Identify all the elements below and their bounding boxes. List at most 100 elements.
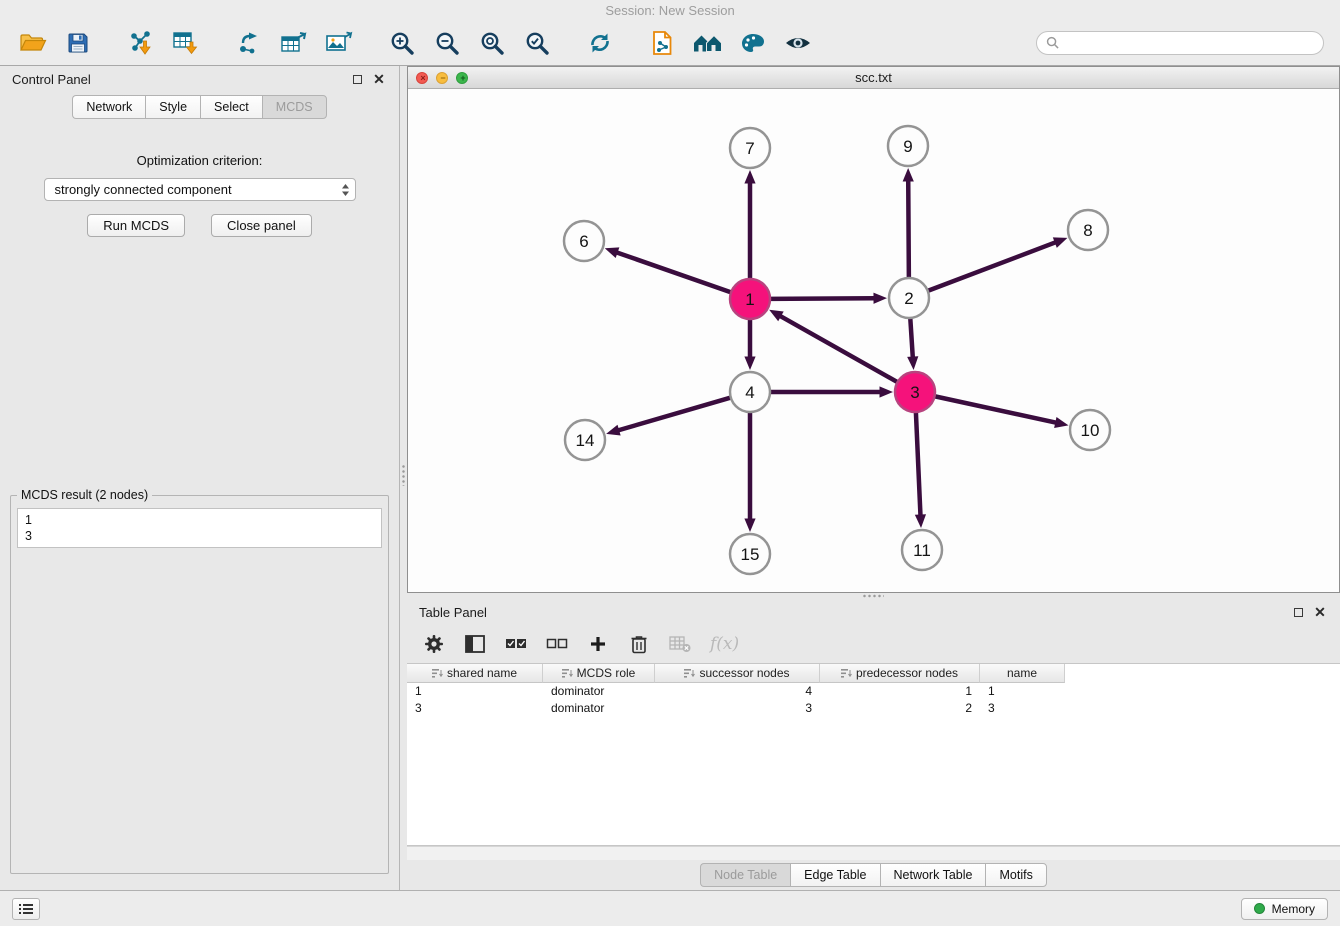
cell-name[interactable]: 1 xyxy=(980,683,1065,700)
delete-table-button[interactable] xyxy=(669,632,691,656)
mcds-result-textarea[interactable]: 1 3 xyxy=(17,508,382,548)
close-panel-button[interactable]: Close panel xyxy=(211,214,312,237)
tab-select[interactable]: Select xyxy=(200,95,262,119)
zoom-in-button[interactable] xyxy=(385,26,419,60)
table-horizontal-scrollbar[interactable] xyxy=(407,846,1340,860)
column-header-name[interactable]: name xyxy=(980,664,1065,683)
tab-node-table[interactable]: Node Table xyxy=(700,863,790,887)
graph-node-8[interactable]: 8 xyxy=(1068,210,1108,250)
graph-edge-3-10[interactable] xyxy=(935,396,1057,423)
zoom-fit-button[interactable] xyxy=(475,26,509,60)
graph-node-6[interactable]: 6 xyxy=(564,221,604,261)
memory-button[interactable]: Memory xyxy=(1241,898,1328,920)
maximize-window-button[interactable]: + xyxy=(456,72,468,84)
graph-edge-2-8[interactable] xyxy=(928,242,1057,291)
task-history-button[interactable] xyxy=(12,898,40,920)
style-paint-button[interactable] xyxy=(736,26,770,60)
cell-predecessor-nodes[interactable]: 1 xyxy=(820,683,980,700)
control-panel-close-button[interactable]: ✕ xyxy=(371,71,387,87)
create-column-button[interactable] xyxy=(587,632,609,656)
open-session-button[interactable] xyxy=(16,26,50,60)
search-input[interactable] xyxy=(1064,36,1314,50)
column-header-shared-name[interactable]: shared name xyxy=(407,664,543,683)
tab-motifs[interactable]: Motifs xyxy=(985,863,1046,887)
tab-edge-table[interactable]: Edge Table xyxy=(790,863,879,887)
vertical-splitter[interactable] xyxy=(400,66,407,890)
graph-node-10[interactable]: 10 xyxy=(1070,410,1110,450)
graph-node-9[interactable]: 9 xyxy=(888,126,928,166)
graph-edge-1-6[interactable] xyxy=(616,252,731,292)
refresh-layout-button[interactable] xyxy=(583,26,617,60)
import-table-button[interactable] xyxy=(169,26,203,60)
table-row[interactable]: 1 dominator 4 1 1 xyxy=(407,683,1340,700)
browser-home-button[interactable] xyxy=(691,26,725,60)
table-panel-float-button[interactable] xyxy=(1290,604,1306,620)
graph-node-14[interactable]: 14 xyxy=(565,420,605,460)
graph-node-4[interactable]: 4 xyxy=(730,372,770,412)
graph-node-2[interactable]: 2 xyxy=(889,278,929,318)
memory-status-icon xyxy=(1254,903,1265,914)
zoom-out-button[interactable] xyxy=(430,26,464,60)
export-image-button[interactable] xyxy=(322,26,356,60)
graph-edge-4-14[interactable] xyxy=(618,398,731,431)
graph-edge-3-11[interactable] xyxy=(916,412,921,516)
select-all-columns-button[interactable] xyxy=(505,632,527,656)
table-panel-close-button[interactable]: ✕ xyxy=(1312,604,1328,620)
delete-column-button[interactable] xyxy=(628,632,650,656)
show-columns-button[interactable] xyxy=(464,632,486,656)
tab-network[interactable]: Network xyxy=(72,95,145,119)
cell-shared-name[interactable]: 3 xyxy=(407,700,543,717)
table-row[interactable]: 3 dominator 3 2 3 xyxy=(407,700,1340,717)
save-session-button[interactable] xyxy=(61,26,95,60)
graph-edge-2-3[interactable] xyxy=(910,318,913,358)
tab-style[interactable]: Style xyxy=(145,95,200,119)
table-panel-header: Table Panel ✕ xyxy=(407,599,1340,625)
function-builder-button[interactable]: f(x) xyxy=(710,632,739,656)
fx-icon: f(x) xyxy=(710,634,739,654)
cell-successor-nodes[interactable]: 3 xyxy=(655,700,820,717)
graph-edge-1-2[interactable] xyxy=(770,298,875,299)
graph-edge-arrowhead xyxy=(744,170,755,184)
close-window-button[interactable]: × xyxy=(416,72,428,84)
optimization-criterion-select[interactable]: strongly connected component xyxy=(44,178,356,201)
table-settings-button[interactable] xyxy=(423,632,445,656)
run-mcds-button[interactable]: Run MCDS xyxy=(87,214,185,237)
zoom-selected-button[interactable] xyxy=(520,26,554,60)
cell-successor-nodes[interactable]: 4 xyxy=(655,683,820,700)
horizontal-splitter[interactable] xyxy=(407,593,1340,599)
graph-edge-3-1[interactable] xyxy=(780,316,898,382)
network-canvas[interactable]: 7 9 6 8 1 2 4 3 14 10 15 11 xyxy=(408,89,1339,592)
delete-table-icon xyxy=(669,635,691,653)
tab-network-table[interactable]: Network Table xyxy=(880,863,986,887)
sort-icon xyxy=(432,668,443,679)
graph-node-1[interactable]: 1 xyxy=(730,279,770,319)
cell-predecessor-nodes[interactable]: 2 xyxy=(820,700,980,717)
graph-edge-arrowhead xyxy=(903,168,914,182)
export-network-button[interactable] xyxy=(232,26,266,60)
graph-node-11[interactable]: 11 xyxy=(902,530,942,570)
tab-mcds[interactable]: MCDS xyxy=(262,95,327,119)
search-box[interactable] xyxy=(1036,31,1324,55)
cell-mcds-role[interactable]: dominator xyxy=(543,700,655,717)
control-panel-float-button[interactable] xyxy=(349,71,365,87)
cell-shared-name[interactable]: 1 xyxy=(407,683,543,700)
graph-node-7[interactable]: 7 xyxy=(730,128,770,168)
node-table: shared name MCDS role successor nodes xyxy=(407,663,1340,846)
import-network-button[interactable] xyxy=(124,26,158,60)
export-document-button[interactable] xyxy=(646,26,680,60)
graph-edge-2-9[interactable] xyxy=(908,180,909,278)
column-header-mcds-role[interactable]: MCDS role xyxy=(543,664,655,683)
svg-text:9: 9 xyxy=(903,137,912,156)
graph-node-3[interactable]: 3 xyxy=(895,372,935,412)
column-header-successor-nodes[interactable]: successor nodes xyxy=(655,664,820,683)
main-toolbar xyxy=(0,20,1340,66)
unselect-all-columns-button[interactable] xyxy=(546,632,568,656)
cell-mcds-role[interactable]: dominator xyxy=(543,683,655,700)
trash-icon xyxy=(630,634,648,654)
cell-name[interactable]: 3 xyxy=(980,700,1065,717)
minimize-window-button[interactable]: − xyxy=(436,72,448,84)
export-table-button[interactable] xyxy=(277,26,311,60)
graph-node-15[interactable]: 15 xyxy=(730,534,770,574)
show-graphics-details-button[interactable] xyxy=(781,26,815,60)
column-header-predecessor-nodes[interactable]: predecessor nodes xyxy=(820,664,980,683)
